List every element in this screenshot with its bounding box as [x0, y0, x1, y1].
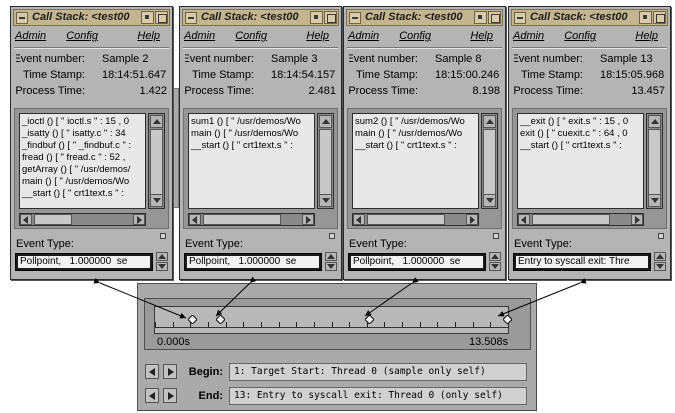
- arrow-window-2: [215, 276, 257, 317]
- arrow-window-1: [93, 277, 187, 319]
- arrow-window-3: [364, 277, 419, 317]
- arrow-window-4: [497, 277, 587, 317]
- callout-arrows: [93, 276, 587, 319]
